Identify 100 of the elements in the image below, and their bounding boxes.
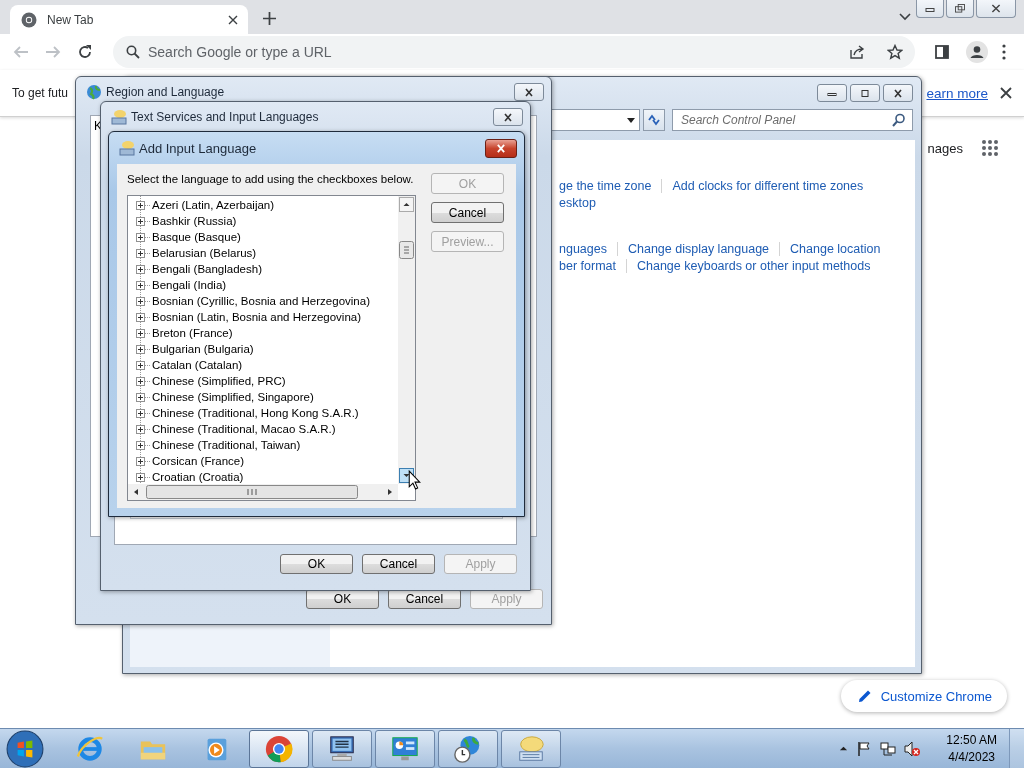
tree-item[interactable]: Bashkir (Russia) [152, 215, 237, 227]
dialog-button[interactable]: Cancel [431, 202, 504, 223]
dialog-button[interactable]: OK [306, 589, 379, 609]
expand-icon[interactable] [136, 264, 145, 274]
dialog-button[interactable]: OK [280, 554, 353, 574]
scroll-thumb[interactable] [146, 485, 358, 499]
tree-item[interactable]: Chinese (Traditional, Taiwan) [152, 439, 301, 451]
search-icon [126, 45, 140, 59]
dialog-button[interactable]: Cancel [388, 589, 461, 609]
expand-icon[interactable] [136, 392, 145, 402]
settings-link[interactable]: esktop [549, 195, 606, 210]
tree-item[interactable]: Chinese (Traditional, Hong Kong S.A.R.) [152, 407, 359, 419]
settings-link[interactable]: Add clocks for different time zones [662, 178, 874, 193]
taskbar-button[interactable] [375, 729, 435, 768]
side-panel-icon[interactable] [934, 44, 950, 60]
show-hidden-icon[interactable] [839, 744, 849, 753]
apps-grid-icon[interactable] [981, 139, 999, 157]
horizontal-scrollbar[interactable] [128, 484, 398, 500]
close-button[interactable] [514, 83, 544, 101]
vertical-scrollbar[interactable] [398, 196, 415, 484]
close-icon[interactable] [1000, 87, 1012, 99]
tree-item[interactable]: Catalan (Catalan) [152, 359, 243, 371]
learn-more-link[interactable]: earn more [926, 85, 988, 101]
tree-item[interactable]: Bengali (Bangladesh) [152, 263, 262, 275]
scroll-left-icon[interactable] [132, 488, 140, 496]
globe-icon [86, 84, 102, 100]
close-icon[interactable] [228, 14, 238, 25]
tree-item[interactable]: Azeri (Latin, Azerbaijan) [152, 199, 275, 211]
images-link[interactable]: nages [927, 140, 963, 156]
profile-icon[interactable] [966, 41, 988, 63]
keyboard-cloud-icon [119, 140, 135, 156]
expand-icon[interactable] [136, 424, 145, 434]
settings-link[interactable]: Change keyboards or other input methods [626, 258, 881, 273]
taskbar-clock[interactable]: 12:50 AM 4/4/2023 [942, 731, 1001, 766]
expand-icon[interactable] [136, 200, 145, 210]
tree-item[interactable]: Belarusian (Belarus) [152, 247, 257, 259]
scroll-up-icon[interactable] [399, 197, 414, 212]
expand-icon[interactable] [136, 344, 145, 354]
restore-button[interactable] [946, 0, 974, 18]
search-field[interactable]: Search Control Panel [672, 109, 913, 131]
taskbar-button[interactable] [312, 729, 372, 768]
maximize-button[interactable] [850, 84, 880, 102]
expand-icon[interactable] [136, 456, 145, 466]
close-button[interactable] [883, 84, 913, 102]
tree-item[interactable]: Croatian (Croatia) [152, 471, 244, 483]
address-bar[interactable]: Search Google or type a URL [113, 36, 915, 68]
refresh-button[interactable] [643, 109, 665, 131]
close-button[interactable] [493, 108, 523, 126]
plus-icon[interactable] [263, 12, 276, 25]
tree-item[interactable]: Corsican (France) [152, 455, 245, 467]
settings-link[interactable]: Change display language [617, 241, 781, 256]
star-icon[interactable] [887, 44, 903, 60]
tree-item[interactable]: Bengali (India) [152, 279, 227, 291]
expand-icon[interactable] [136, 312, 145, 322]
caret-icon[interactable] [899, 13, 911, 21]
minimize-button[interactable] [916, 0, 944, 18]
expand-icon[interactable] [136, 408, 145, 418]
expand-icon[interactable] [136, 232, 145, 242]
expand-icon[interactable] [136, 440, 145, 450]
dialog-button[interactable]: Cancel [362, 554, 435, 574]
tree-item[interactable]: Chinese (Simplified, Singapore) [152, 391, 314, 403]
expand-icon[interactable] [136, 280, 145, 290]
start-orb-icon[interactable] [6, 729, 44, 768]
close-icon [495, 143, 507, 153]
tree-item[interactable]: Basque (Basque) [152, 231, 241, 243]
menu-icon[interactable] [1002, 44, 1006, 60]
minimize-button[interactable] [817, 84, 847, 102]
window-title: Region and Language [106, 85, 225, 99]
share-icon[interactable] [849, 44, 865, 60]
tree-item[interactable]: Chinese (Simplified, PRC) [152, 375, 286, 387]
taskbar-button[interactable] [501, 729, 561, 768]
tree-item[interactable]: Chinese (Traditional, Macao S.A.R.) [152, 423, 336, 435]
taskbar-button[interactable] [249, 729, 309, 768]
reload-icon[interactable] [77, 44, 93, 60]
customize-button[interactable]: Customize Chrome [840, 680, 1007, 712]
expand-icon[interactable] [136, 376, 145, 386]
circle-logo-icon [21, 11, 37, 28]
expand-icon[interactable] [136, 472, 145, 482]
tree-item[interactable]: Bulgarian (Bulgaria) [152, 343, 254, 355]
taskbar-button[interactable] [438, 729, 498, 768]
close-button[interactable] [485, 138, 517, 158]
browser-tab[interactable]: New Tab [10, 5, 248, 34]
muted-speaker-icon[interactable] [904, 740, 921, 757]
network-icon[interactable] [880, 740, 897, 757]
scroll-right-icon[interactable] [386, 488, 394, 496]
expand-icon[interactable] [136, 328, 145, 338]
expand-icon[interactable] [136, 216, 145, 226]
tree-item[interactable]: Bosnian (Cyrillic, Bosnia and Herzegovina) [152, 295, 370, 307]
expand-icon[interactable] [136, 296, 145, 306]
address-placeholder: Search Google or type a URL [148, 44, 332, 60]
settings-link[interactable]: Change location [780, 241, 891, 256]
tree-item[interactable]: Breton (France) [152, 327, 233, 339]
tree-item[interactable]: Bosnian (Latin, Bosnia and Herzegovina) [152, 311, 362, 323]
dropdown-arrow-icon[interactable] [627, 117, 635, 123]
expand-icon[interactable] [136, 248, 145, 258]
close-button[interactable] [976, 0, 1016, 18]
flag-icon[interactable] [856, 740, 873, 757]
expand-icon[interactable] [136, 360, 145, 370]
scroll-thumb[interactable] [399, 241, 414, 259]
close-icon [523, 87, 535, 97]
